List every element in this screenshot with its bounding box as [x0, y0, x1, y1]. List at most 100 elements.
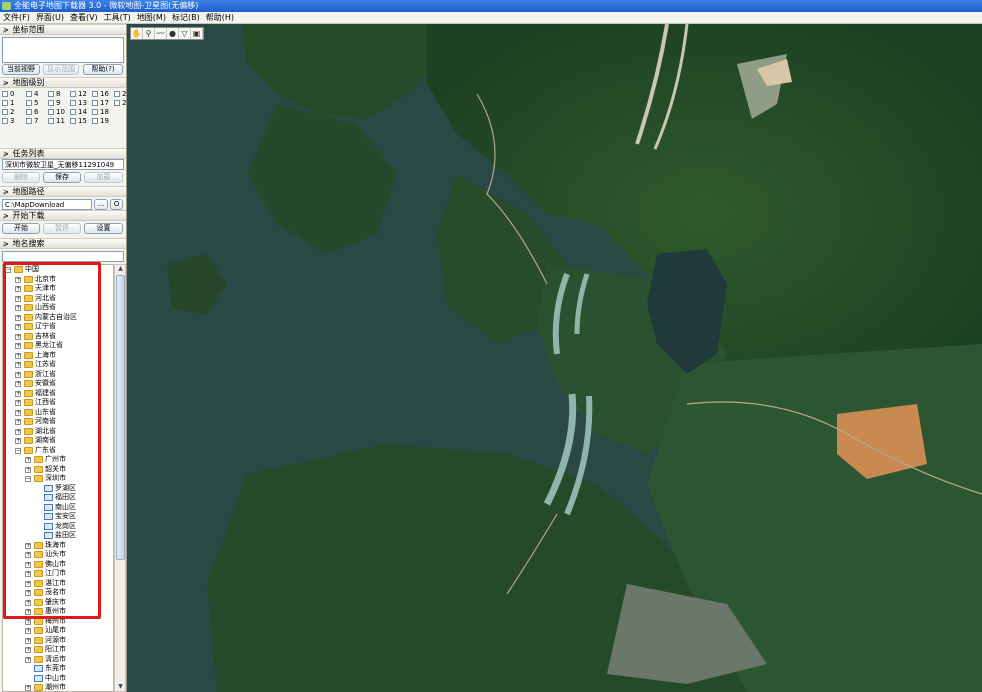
satellite-map[interactable]	[127, 24, 982, 692]
tree-node[interactable]: + 黑龙江省	[3, 341, 113, 351]
scroll-thumb[interactable]	[116, 275, 125, 560]
expand-icon[interactable]: +	[25, 628, 31, 634]
expand-icon[interactable]: +	[25, 618, 31, 625]
tree-node[interactable]: + 惠州市	[3, 607, 113, 617]
tree-node[interactable]: + 清远市	[3, 655, 113, 665]
zoom-level-checkbox[interactable]: 15	[70, 117, 92, 126]
place-search-input[interactable]	[2, 251, 124, 262]
menu-ui[interactable]: 界面(U)	[33, 12, 67, 23]
expand-icon[interactable]: +	[15, 371, 21, 378]
tree-node[interactable]: + 天津市	[3, 284, 113, 294]
expand-icon[interactable]: +	[15, 333, 21, 340]
polyline-icon[interactable]: 〰	[155, 28, 167, 39]
polygon-icon[interactable]: ▽	[179, 28, 191, 39]
coord-range-textbox[interactable]	[2, 37, 124, 63]
zoom-level-checkbox[interactable]: 19	[92, 117, 114, 126]
region-tree[interactable]: − 中国 + 北京市 + 天津市 + 河北省 + 山西省 + 内蒙古自治区 + 辽宁省 + 吉林省 + 黑龙江省 +…	[2, 264, 114, 692]
expand-icon[interactable]: +	[15, 352, 21, 359]
expand-icon[interactable]: +	[15, 324, 21, 330]
expand-icon[interactable]: +	[25, 609, 31, 615]
tree-node[interactable]: + 河北省	[3, 294, 113, 304]
tree-node[interactable]: + 河源市	[3, 636, 113, 646]
tree-node[interactable]: + 茂名市	[3, 588, 113, 598]
tree-node[interactable]: + 肇庆市	[3, 598, 113, 608]
scroll-up-icon[interactable]: ▲	[116, 265, 125, 273]
expand-icon[interactable]: +	[15, 295, 21, 302]
expand-icon[interactable]: +	[25, 457, 31, 463]
expand-icon[interactable]: +	[15, 409, 21, 416]
marker-icon[interactable]: ⚲	[143, 28, 155, 39]
download-section-header[interactable]: ≽ 开始下载	[0, 210, 126, 221]
expand-icon[interactable]: +	[15, 343, 21, 349]
map-path-input[interactable]: C:\MapDownload	[2, 199, 92, 210]
search-section-header[interactable]: ≽ 地名搜索	[0, 238, 126, 249]
tree-node[interactable]: + 潮州市	[3, 683, 113, 691]
zoom-level-checkbox[interactable]: 17	[92, 99, 114, 108]
expand-icon[interactable]: +	[25, 647, 31, 653]
tree-node[interactable]: − 广东省	[3, 446, 113, 456]
tree-node[interactable]: 东莞市	[3, 664, 113, 674]
zoom-level-checkbox[interactable]: 5	[26, 99, 48, 108]
zoom-level-checkbox[interactable]: 13	[70, 99, 92, 108]
tree-node[interactable]: + 安徽省	[3, 379, 113, 389]
scroll-down-icon[interactable]: ▼	[116, 683, 125, 691]
tree-scrollbar[interactable]: ▲ ▼	[114, 264, 126, 692]
zoom-level-checkbox[interactable]: 0	[2, 90, 24, 99]
tree-node[interactable]: 宝安区	[3, 512, 113, 522]
delete-task-button[interactable]: 删除	[2, 172, 40, 183]
path-section-header[interactable]: ≽ 地图路径	[0, 186, 126, 197]
circle-icon[interactable]: ●	[167, 28, 179, 39]
expand-icon[interactable]: +	[25, 580, 31, 587]
rectangle-icon[interactable]: ▣	[191, 28, 203, 39]
tree-node[interactable]: − 深圳市	[3, 474, 113, 484]
coord-section-header[interactable]: ≽ 坐标范围	[0, 24, 126, 35]
zoom-level-checkbox[interactable]: 21	[114, 99, 126, 108]
zoom-level-checkbox[interactable]: 10	[48, 108, 70, 117]
tree-node[interactable]: + 湖南省	[3, 436, 113, 446]
task-section-header[interactable]: ≽ 任务列表	[0, 148, 126, 159]
expand-icon[interactable]: +	[15, 381, 21, 387]
zoom-level-checkbox[interactable]: 4	[26, 90, 48, 99]
expand-icon[interactable]: +	[15, 286, 21, 292]
menu-file[interactable]: 文件(F)	[0, 12, 33, 23]
expand-icon[interactable]: +	[15, 400, 21, 406]
tree-node[interactable]: + 吉林省	[3, 332, 113, 342]
tree-node[interactable]: + 梅州市	[3, 617, 113, 627]
tree-node[interactable]: + 北京市	[3, 275, 113, 285]
menu-markers[interactable]: 标记(B)	[169, 12, 203, 23]
zoom-level-checkbox[interactable]: 7	[26, 117, 48, 126]
expand-icon[interactable]: +	[15, 362, 21, 368]
zoom-section-header[interactable]: ≽ 地图级别	[0, 77, 126, 88]
tree-node[interactable]: + 河南省	[3, 417, 113, 427]
tree-node[interactable]: + 湖北省	[3, 427, 113, 437]
help-button[interactable]: 帮助(?)	[83, 64, 123, 75]
tree-node[interactable]: + 山东省	[3, 408, 113, 418]
save-task-button[interactable]: 保存	[43, 172, 81, 183]
expand-icon[interactable]: +	[25, 656, 31, 663]
tree-node[interactable]: + 江西省	[3, 398, 113, 408]
tree-node[interactable]: + 湛江市	[3, 579, 113, 589]
menu-tools[interactable]: 工具(T)	[101, 12, 134, 23]
browse-path-button[interactable]: ...	[94, 199, 108, 210]
open-folder-button[interactable]: O	[110, 199, 123, 210]
expand-icon[interactable]: +	[25, 542, 31, 549]
tree-node[interactable]: + 汕头市	[3, 550, 113, 560]
expand-icon[interactable]: +	[15, 428, 21, 435]
menu-help[interactable]: 帮助(H)	[203, 12, 237, 23]
tree-node[interactable]: + 浙江省	[3, 370, 113, 380]
zoom-level-checkbox[interactable]: 20	[114, 90, 126, 99]
tree-node[interactable]: + 上海市	[3, 351, 113, 361]
tree-node[interactable]: + 辽宁省	[3, 322, 113, 332]
tree-node[interactable]: + 江苏省	[3, 360, 113, 370]
zoom-level-checkbox[interactable]: 9	[48, 99, 70, 108]
expand-icon[interactable]: +	[25, 571, 31, 577]
expand-icon[interactable]: +	[25, 466, 31, 473]
tree-node[interactable]: 龙岗区	[3, 522, 113, 532]
zoom-level-checkbox[interactable]: 6	[26, 108, 48, 117]
load-task-button[interactable]: 加载	[84, 172, 123, 183]
zoom-level-checkbox[interactable]: 14	[70, 108, 92, 117]
tree-node[interactable]: + 韶关市	[3, 465, 113, 475]
start-download-button[interactable]: 开始	[2, 223, 40, 234]
zoom-level-checkbox[interactable]: 8	[48, 90, 70, 99]
tree-node[interactable]: + 山西省	[3, 303, 113, 313]
